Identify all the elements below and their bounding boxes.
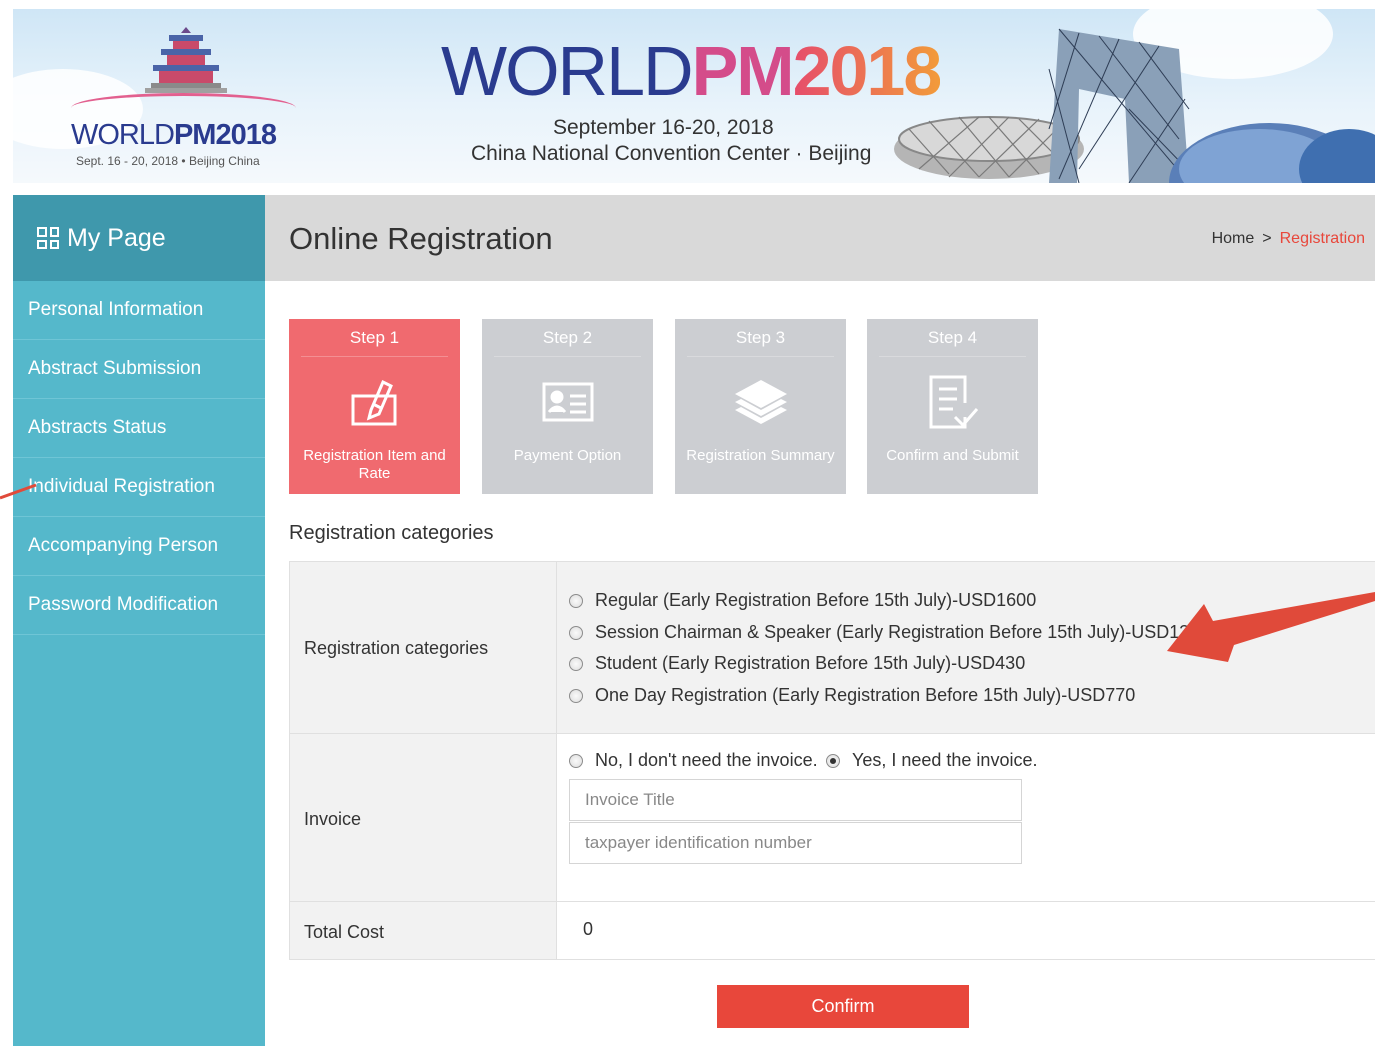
event-dates: September 16-20, 2018 <box>553 116 774 139</box>
row-label: Registration categories <box>304 638 489 658</box>
step-label: Step 3 <box>687 319 834 357</box>
breadcrumb: Home > Registration <box>1212 230 1365 248</box>
layers-icon <box>675 357 846 447</box>
row-label: Total Cost <box>304 922 385 942</box>
my-page-header[interactable]: My Page <box>13 195 265 281</box>
banner: WORLDPM2018 Sept. 16 - 20, 2018 • Beijin… <box>13 9 1375 183</box>
row-value-cell: No, I don't need the invoice. Yes, I nee… <box>557 734 1375 901</box>
invoice-row: Invoice No, I don't need the invoice. Ye… <box>289 733 1375 901</box>
breadcrumb-current[interactable]: Registration <box>1280 230 1365 247</box>
category-option-one-day[interactable]: One Day Registration (Early Registration… <box>569 685 1135 706</box>
sidebar-item-label: Abstract Submission <box>28 358 202 379</box>
logo-name: WORLDPM2018 <box>71 119 277 151</box>
breadcrumb-separator: > <box>1262 230 1272 247</box>
step-label: Step 2 <box>494 319 641 357</box>
event-logo[interactable]: WORLDPM2018 Sept. 16 - 20, 2018 • Beijin… <box>71 23 296 173</box>
invoice-option-yes[interactable]: Yes, I need the invoice. <box>826 750 1037 771</box>
taxpayer-id-input[interactable] <box>569 822 1022 864</box>
sidebar-item-label: Accompanying Person <box>28 535 219 556</box>
event-venue: China National Convention Center · Beiji… <box>471 142 872 165</box>
step-label: Step 1 <box>301 319 448 357</box>
sidebar-item-abstract-submission[interactable]: Abstract Submission <box>13 340 265 399</box>
category-option-regular[interactable]: Regular (Early Registration Before 15th … <box>569 590 1036 611</box>
total-cost-value: 0 <box>583 919 594 939</box>
step-label: Step 4 <box>879 319 1026 357</box>
invoice-title-input[interactable] <box>569 779 1022 821</box>
confirm-button[interactable]: Confirm <box>717 985 969 1028</box>
radio-button-selected[interactable] <box>826 753 840 768</box>
row-label-cell: Total Cost <box>289 902 557 959</box>
beijing-skyline-illustration <box>894 28 1375 183</box>
sidebar-item-label: Personal Information <box>28 299 204 320</box>
option-label: Yes, I need the invoice. <box>852 750 1038 770</box>
step-description: Confirm and Submit <box>886 447 1019 464</box>
sidebar-item-label: Abstracts Status <box>28 417 167 438</box>
event-title: WORLDPM2018 <box>441 32 942 110</box>
sidebar: My Page Personal Information Abstract Su… <box>13 195 265 1046</box>
row-label-cell: Invoice <box>289 734 557 901</box>
sidebar-item-label: Password Modification <box>28 594 219 615</box>
step-3[interactable]: Step 3 Registration Summary <box>675 319 846 494</box>
invoice-option-no[interactable]: No, I don't need the invoice. <box>569 750 818 771</box>
option-label: Student (Early Registration Before 15th … <box>595 653 1026 673</box>
my-page-label: My Page <box>67 223 166 252</box>
page-title: Online Registration <box>289 221 553 256</box>
sidebar-item-accompanying-person[interactable]: Accompanying Person <box>13 517 265 576</box>
radio-button[interactable] <box>569 593 583 608</box>
row-label: Invoice <box>304 809 362 829</box>
radio-button[interactable] <box>569 688 583 703</box>
page-header: Online Registration Home > Registration <box>265 195 1375 281</box>
sidebar-item-individual-registration[interactable]: Individual Registration <box>13 458 265 517</box>
step-description: Payment Option <box>513 447 622 464</box>
checklist-icon <box>867 357 1038 447</box>
radio-button[interactable] <box>569 656 583 671</box>
sidebar-item-password-modification[interactable]: Password Modification <box>13 576 265 635</box>
row-value-cell: 0 <box>557 902 1375 959</box>
registration-categories-row: Registration categories Regular (Early R… <box>289 561 1375 733</box>
option-label: No, I don't need the invoice. <box>595 750 818 770</box>
step-4[interactable]: Step 4 Confirm and Submit <box>867 319 1038 494</box>
edit-form-icon <box>289 357 460 447</box>
grid-icon <box>37 227 59 249</box>
option-label: One Day Registration (Early Registration… <box>595 685 1136 705</box>
row-label-cell: Registration categories <box>289 562 557 733</box>
step-description: Registration Item and Rate <box>303 447 446 482</box>
step-2[interactable]: Step 2 Payment Option <box>482 319 653 494</box>
radio-button[interactable] <box>569 753 583 768</box>
sidebar-item-label: Individual Registration <box>28 476 215 497</box>
sidebar-item-personal-information[interactable]: Personal Information <box>13 281 265 340</box>
category-option-student[interactable]: Student (Early Registration Before 15th … <box>569 653 1025 674</box>
logo-subtitle: Sept. 16 - 20, 2018 • Beijing China <box>76 154 260 168</box>
step-description: Registration Summary <box>686 447 835 464</box>
breadcrumb-home[interactable]: Home <box>1212 230 1255 247</box>
option-label: Regular (Early Registration Before 15th … <box>595 590 1037 610</box>
step-1[interactable]: Step 1 Registration Item and Rate <box>289 319 460 494</box>
row-value-cell: Regular (Early Registration Before 15th … <box>557 562 1375 733</box>
id-card-icon <box>482 357 653 447</box>
total-cost-row: Total Cost 0 <box>289 901 1375 960</box>
sidebar-item-abstracts-status[interactable]: Abstracts Status <box>13 399 265 458</box>
radio-button[interactable] <box>569 625 583 640</box>
option-label: Session Chairman & Speaker (Early Regist… <box>595 622 1210 642</box>
section-title: Registration categories <box>289 522 494 544</box>
category-option-session-chairman[interactable]: Session Chairman & Speaker (Early Regist… <box>569 622 1209 643</box>
